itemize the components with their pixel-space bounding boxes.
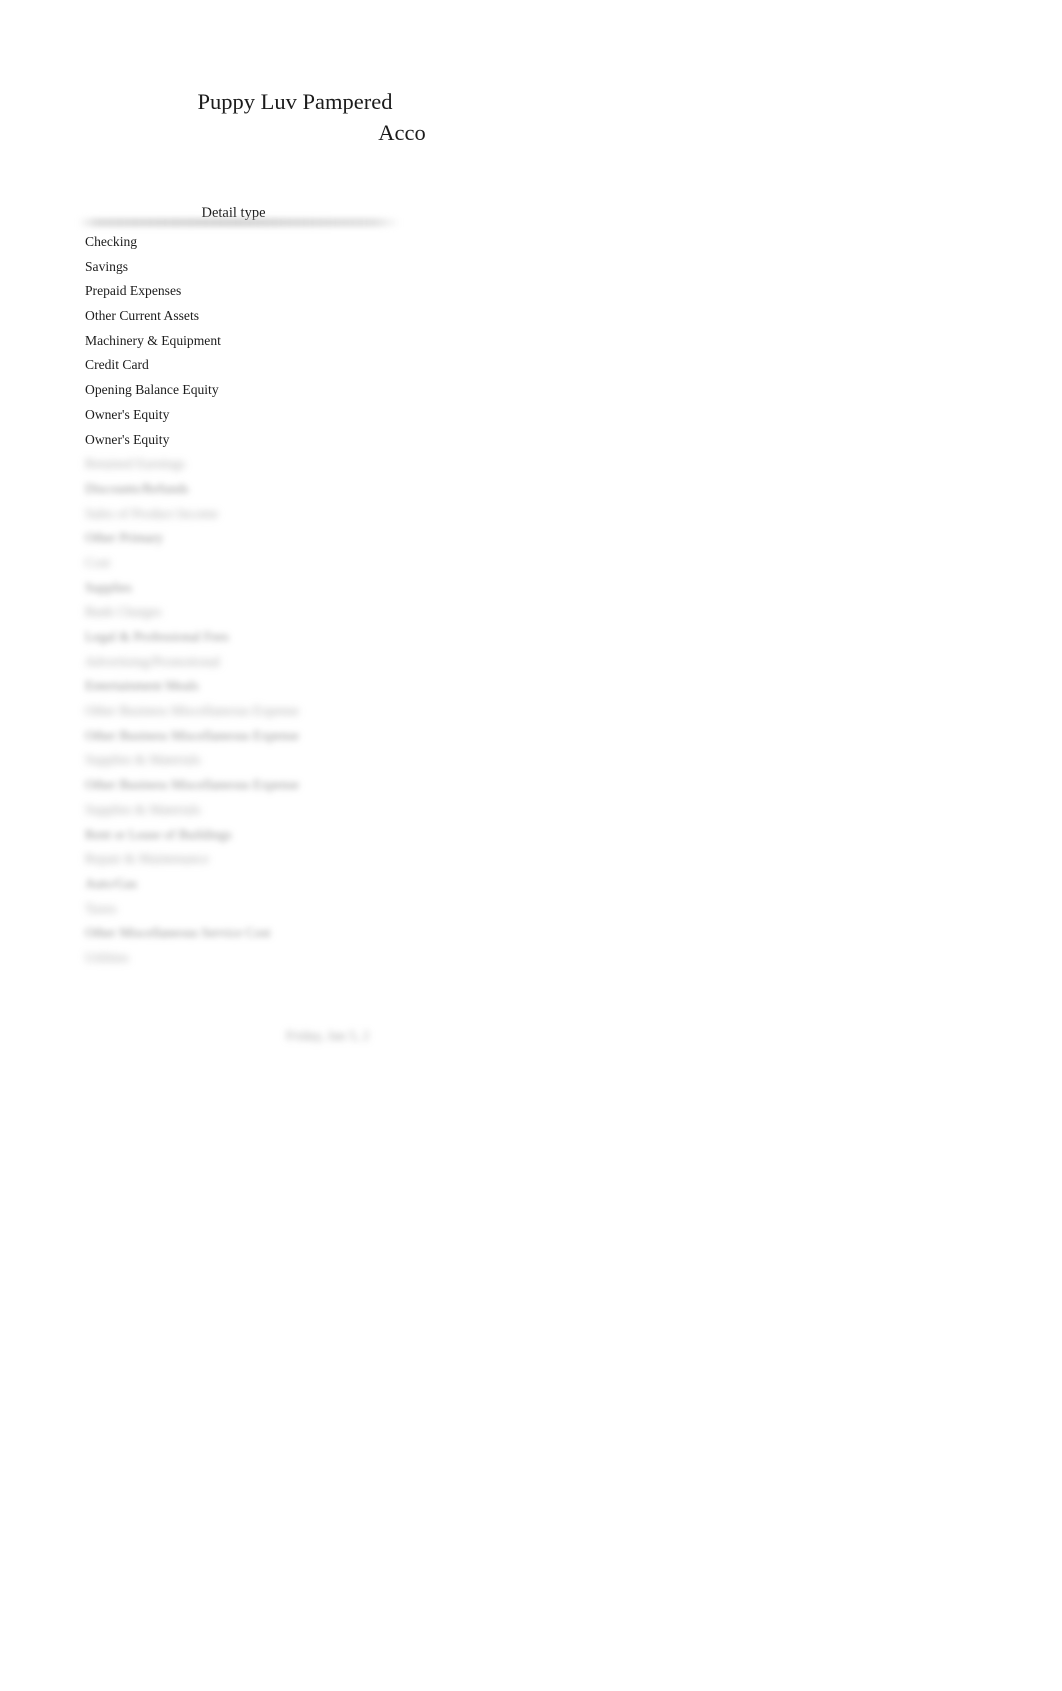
detail-type-row: Legal & Professional Fees (85, 629, 229, 644)
detail-type-row: Cost (85, 554, 110, 570)
detail-type-row: Machinery & Equipment (85, 332, 221, 348)
detail-type-list: Checking Savings Prepaid Expenses Other Cur… (85, 230, 505, 971)
detail-type-row: Prepaid Expenses (85, 283, 182, 299)
detail-type-row: Other Business Miscellaneous Expense (85, 703, 300, 719)
detail-type-row: Auto/Gas (85, 875, 138, 891)
detail-type-row: Discounts/Refunds (85, 480, 189, 496)
detail-type-row: Supplies (85, 579, 132, 595)
detail-type-row: Bank Charges (85, 604, 162, 620)
detail-type-row: Other Current Assets (85, 308, 200, 324)
detail-type-row: Other Business Miscellaneous Expense (85, 727, 300, 743)
detail-type-row: Other Primary (85, 530, 164, 546)
detail-type-row: Other Miscellaneous Service Cost (85, 925, 271, 941)
document-page: Puppy Luv Pampered Acco Detail type Chec… (0, 0, 1062, 1691)
detail-type-row: Supplies & Materials (85, 801, 201, 817)
detail-type-row: Opening Balance Equity (85, 382, 219, 398)
report-title: Puppy Luv Pampered Acco (85, 86, 505, 148)
detail-type-row: Owner's Equity (85, 406, 170, 422)
detail-type-row: Supplies & Materials (85, 752, 201, 768)
detail-type-row: Sales of Product Income (85, 505, 219, 521)
detail-type-row: Taxes (85, 900, 117, 916)
detail-type-row: Advertising/Promotional (85, 653, 221, 669)
detail-type-row: Credit Card (85, 357, 149, 373)
detail-type-row: Entertainment Meals (85, 678, 199, 694)
footer-timestamp: Friday, Jan 5, 2 (286, 1028, 370, 1043)
detail-type-row: Repair & Maintenance (85, 851, 209, 867)
detail-type-row: Checking (85, 234, 138, 249)
detail-type-row: Utilities (85, 949, 129, 965)
detail-type-row: Retained Earnings (85, 456, 186, 472)
detail-type-row: Savings (85, 258, 129, 274)
report-title-line-1: Puppy Luv Pampered (197, 89, 393, 114)
report-title-line-2: Acco (378, 120, 426, 145)
detail-type-row: Other Business Miscellaneous Expense (85, 777, 300, 793)
header-divider (78, 218, 400, 227)
detail-type-row: Rent or Lease of Buildings (85, 826, 232, 842)
detail-type-row: Owner's Equity (85, 431, 170, 447)
